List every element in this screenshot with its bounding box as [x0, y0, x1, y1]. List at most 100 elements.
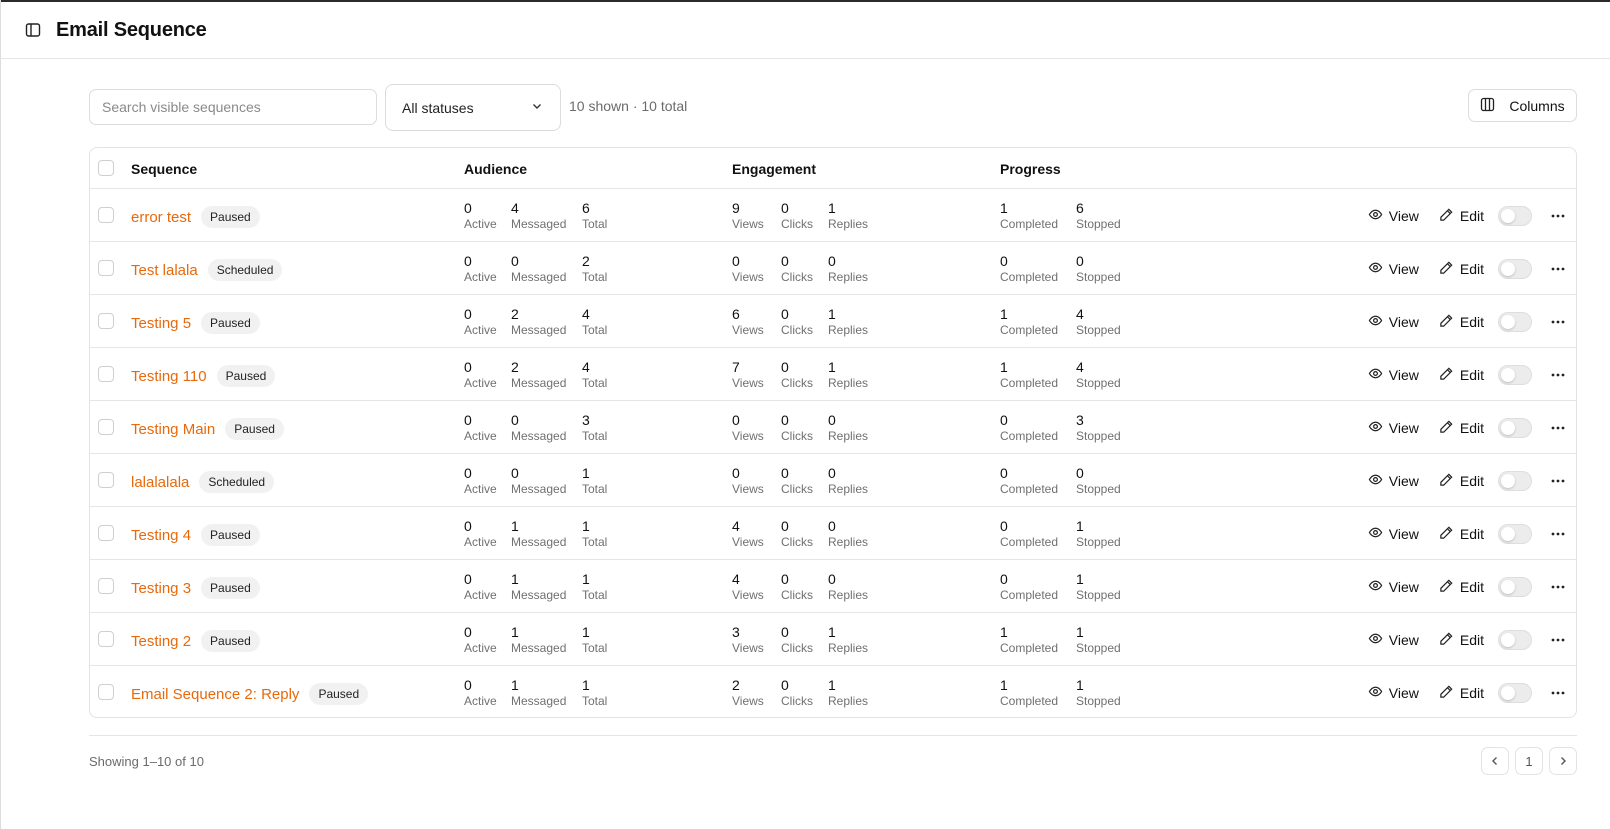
sequence-name-link[interactable]: Test lalala	[131, 262, 198, 279]
metric-clicks-value: 0	[781, 624, 789, 640]
metric-clicks: 0 Clicks	[781, 517, 813, 550]
edit-button[interactable]: Edit	[1439, 366, 1484, 384]
metric-views-label: Views	[732, 641, 764, 655]
metric-total-value: 4	[582, 306, 590, 322]
more-horizontal-icon[interactable]	[1548, 206, 1568, 226]
row-checkbox[interactable]	[98, 578, 114, 594]
row-checkbox[interactable]	[98, 631, 114, 647]
sidebar-toggle-icon[interactable]	[22, 19, 44, 41]
active-toggle[interactable]	[1498, 470, 1532, 491]
view-button[interactable]: View	[1368, 366, 1419, 384]
more-horizontal-icon[interactable]	[1548, 312, 1568, 332]
sequence-name-link[interactable]: Email Sequence 2: Reply	[131, 686, 299, 703]
view-button[interactable]: View	[1368, 313, 1419, 331]
metric-completed-value: 0	[1000, 571, 1008, 587]
active-toggle[interactable]	[1498, 311, 1532, 332]
metric-completed-label: Completed	[1000, 641, 1059, 655]
table-row: Testing 2 Paused 0 Active 1 Messaged 1 Total 3 Vi…	[90, 613, 1576, 666]
metric-stopped-label: Stopped	[1076, 270, 1121, 284]
more-horizontal-icon[interactable]	[1548, 471, 1568, 491]
more-horizontal-icon[interactable]	[1548, 683, 1568, 703]
row-checkbox[interactable]	[98, 684, 114, 700]
columns-button[interactable]: Columns	[1468, 89, 1577, 122]
more-horizontal-icon[interactable]	[1548, 365, 1568, 385]
metric-views: 3 Views	[732, 623, 764, 656]
pencil-icon	[1439, 525, 1454, 543]
chevron-right-icon	[1561, 757, 1566, 765]
eye-icon	[1368, 313, 1383, 331]
more-horizontal-icon[interactable]	[1548, 259, 1568, 279]
metric-replies-label: Replies	[828, 535, 869, 549]
metric-messaged: 2 Messaged	[511, 358, 566, 391]
search-input[interactable]	[89, 89, 377, 125]
metric-completed: 0 Completed	[1000, 464, 1058, 497]
edit-button[interactable]: Edit	[1439, 578, 1484, 596]
metric-clicks: 0 Clicks	[781, 623, 813, 656]
active-toggle[interactable]	[1498, 629, 1532, 650]
metric-clicks-label: Clicks	[781, 376, 813, 390]
row-actions: View Edit	[1368, 401, 1568, 454]
edit-button[interactable]: Edit	[1439, 419, 1484, 437]
page-number-button[interactable]: 1	[1515, 747, 1543, 775]
sequence-name-link[interactable]: Testing 4	[131, 527, 191, 544]
more-horizontal-icon[interactable]	[1548, 418, 1568, 438]
select-all-checkbox[interactable]	[98, 160, 114, 176]
active-toggle[interactable]	[1498, 205, 1532, 226]
row-checkbox[interactable]	[98, 260, 114, 276]
more-horizontal-icon[interactable]	[1548, 630, 1568, 650]
edit-button[interactable]: Edit	[1439, 260, 1484, 278]
view-button[interactable]: View	[1368, 578, 1419, 596]
view-button[interactable]: View	[1368, 684, 1419, 702]
view-button[interactable]: View	[1368, 260, 1419, 278]
sequence-name-link[interactable]: Testing 3	[131, 580, 191, 597]
next-page-button[interactable]	[1549, 747, 1577, 775]
edit-button[interactable]: Edit	[1439, 313, 1484, 331]
row-checkbox[interactable]	[98, 366, 114, 382]
edit-button[interactable]: Edit	[1439, 684, 1484, 702]
status-filter-select[interactable]: All statuses	[385, 84, 561, 131]
view-button[interactable]: View	[1368, 472, 1419, 490]
view-button[interactable]: View	[1368, 525, 1419, 543]
sequence-name-link[interactable]: Testing 2	[131, 633, 191, 650]
active-toggle[interactable]	[1498, 523, 1532, 544]
metric-clicks-value: 0	[781, 465, 789, 481]
edit-button[interactable]: Edit	[1439, 525, 1484, 543]
row-checkbox[interactable]	[98, 525, 114, 541]
sequence-name-link[interactable]: Testing 110	[131, 368, 207, 385]
metric-views: 4 Views	[732, 570, 764, 603]
metric-total-label: Total	[582, 270, 608, 284]
metric-completed-label: Completed	[1000, 482, 1059, 496]
active-toggle[interactable]	[1498, 682, 1532, 703]
edit-button[interactable]: Edit	[1439, 472, 1484, 490]
metric-views: 6 Views	[732, 305, 764, 338]
metric-stopped: 1 Stopped	[1076, 676, 1121, 709]
row-checkbox[interactable]	[98, 472, 114, 488]
active-toggle[interactable]	[1498, 576, 1532, 597]
view-label: View	[1388, 313, 1419, 330]
prev-page-button[interactable]	[1481, 747, 1509, 775]
more-horizontal-icon[interactable]	[1548, 577, 1568, 597]
more-horizontal-icon[interactable]	[1548, 524, 1568, 544]
sequence-name-link[interactable]: Testing 5	[131, 315, 191, 332]
row-checkbox[interactable]	[98, 207, 114, 223]
sequence-name-link[interactable]: lalalalala	[131, 474, 189, 491]
metric-messaged: 0 Messaged	[511, 411, 566, 444]
active-toggle[interactable]	[1498, 258, 1532, 279]
row-checkbox[interactable]	[98, 419, 114, 435]
view-button[interactable]: View	[1368, 419, 1419, 437]
active-toggle[interactable]	[1498, 417, 1532, 438]
metric-total-value: 2	[582, 253, 590, 269]
metric-clicks-value: 0	[781, 359, 789, 375]
metric-total: 4 Total	[582, 358, 607, 391]
view-button[interactable]: View	[1368, 207, 1419, 225]
metric-stopped-label: Stopped	[1076, 694, 1121, 708]
status-badge: Scheduled	[199, 471, 275, 493]
sequence-name-link[interactable]: Testing Main	[131, 421, 215, 438]
active-toggle[interactable]	[1498, 364, 1532, 385]
table-row: lalalalala Scheduled 0 Active 0 Messaged 1 Tota…	[90, 454, 1576, 507]
view-button[interactable]: View	[1368, 631, 1419, 649]
sequence-name-link[interactable]: error test	[131, 209, 191, 226]
edit-button[interactable]: Edit	[1439, 631, 1484, 649]
edit-button[interactable]: Edit	[1439, 207, 1484, 225]
row-checkbox[interactable]	[98, 313, 114, 329]
